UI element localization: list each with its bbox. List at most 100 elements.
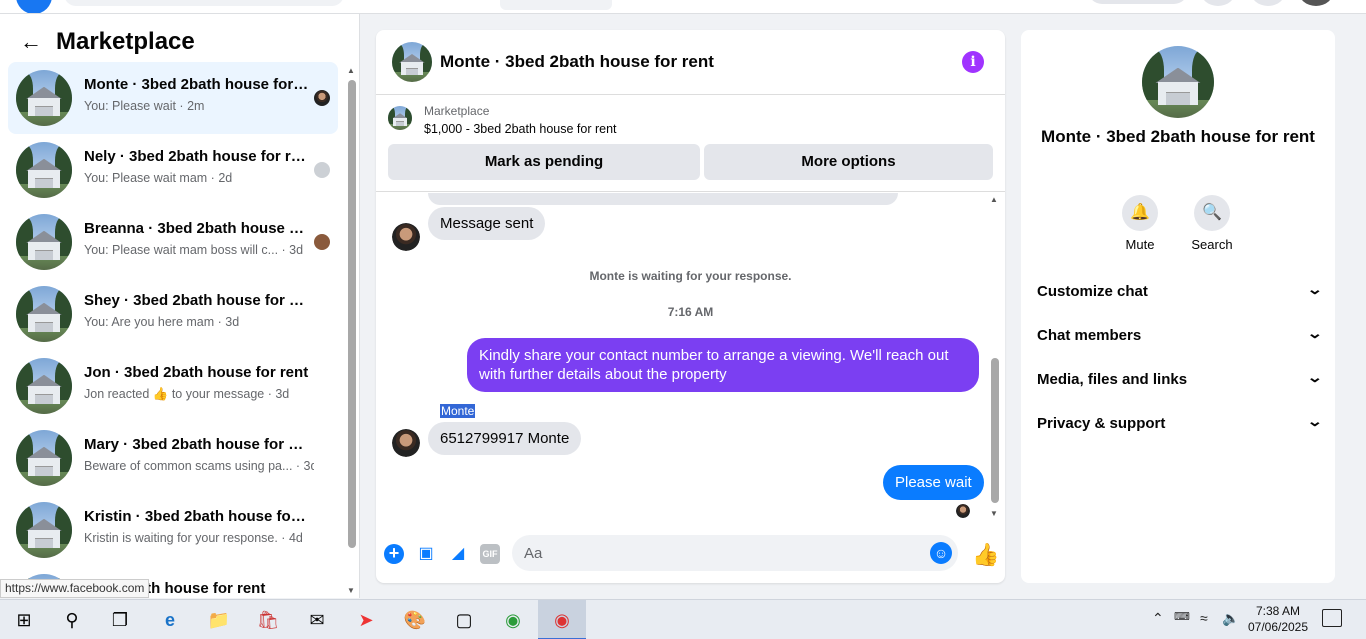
mark-as-pending-button[interactable]: Mark as pending	[388, 144, 700, 180]
gif-icon[interactable]: GIF	[480, 544, 500, 564]
chat-scrollbar[interactable]: ▲ ▼	[989, 193, 1001, 523]
scrollbar-thumb[interactable]	[348, 80, 356, 548]
message-input-box[interactable]: ☺	[512, 535, 958, 571]
chrome-icon[interactable]: ◉	[489, 600, 537, 639]
thumbs-up-icon[interactable]: 👍	[972, 542, 999, 568]
conversation-details-panel: Monte · 3bed 2bath house for rent 🔔 Mute…	[1021, 30, 1335, 583]
messenger-icon[interactable]	[1250, 0, 1286, 6]
clock-date: 07/06/2025	[1247, 620, 1309, 634]
windows-start-icon[interactable]: ⊞	[0, 600, 48, 639]
monte-avatar[interactable]	[392, 223, 420, 251]
chat-window: Monte · 3bed 2bath house for rent i Mark…	[376, 30, 1005, 583]
search-icon[interactable]: ⚲	[48, 600, 96, 639]
section-media-files-links[interactable]: Media, files and links ⌄	[1037, 360, 1323, 400]
edge-browser-icon[interactable]: e	[146, 600, 194, 639]
top-pill-button[interactable]	[1088, 0, 1188, 4]
scrollbar-thumb[interactable]	[991, 358, 999, 503]
chat-header: Monte · 3bed 2bath house for rent i	[376, 30, 1005, 95]
back-arrow-icon[interactable]: ←	[20, 29, 42, 55]
message-input[interactable]	[512, 535, 902, 571]
keyboard-icon[interactable]: ⌨	[1174, 610, 1190, 623]
scroll-down-arrow-icon[interactable]: ▼	[990, 509, 998, 518]
sidebar-header: ← Marketplace	[20, 28, 195, 56]
facebook-search-input[interactable]	[64, 0, 344, 6]
chat-title[interactable]: Monte · 3bed 2bath house for rent	[440, 52, 714, 72]
conversation-item-breanna[interactable]: Breanna · 3bed 2bath house for rent You:…	[8, 206, 338, 278]
chevron-down-icon: ⌄	[1306, 325, 1324, 341]
notification-center-icon[interactable]	[1322, 609, 1342, 627]
mute-button[interactable]: 🔔 Mute	[1115, 195, 1165, 252]
seen-avatar-placeholder	[314, 162, 330, 178]
sticky-notes-icon[interactable]: ▢	[440, 600, 488, 639]
marketplace-sidebar: ← Marketplace Monte · 3bed 2bath house f…	[0, 14, 360, 598]
conversation-name: Jon · 3bed 2bath house for rent	[84, 364, 309, 381]
system-clock[interactable]: 7:38 AM 07/06/2025	[1246, 603, 1310, 635]
file-explorer-icon[interactable]: 📁	[195, 600, 243, 639]
more-options-button[interactable]: More options	[704, 144, 993, 180]
scroll-up-arrow-icon[interactable]: ▲	[990, 195, 998, 204]
emoji-icon[interactable]: ☺	[930, 542, 952, 564]
conversation-preview: You: Please wait mam · 2d	[84, 171, 233, 185]
listing-thumbnail	[16, 502, 72, 558]
section-chat-members[interactable]: Chat members ⌄	[1037, 316, 1324, 356]
listing-mini-thumbnail[interactable]	[388, 106, 412, 130]
sticker-icon[interactable]: ◢	[448, 544, 468, 564]
seen-avatar	[314, 90, 330, 106]
volume-icon[interactable]: 🔈	[1222, 610, 1239, 627]
conversation-item-jon[interactable]: Jon · 3bed 2bath house for rent Jon reac…	[8, 350, 338, 422]
conversation-item-kristin[interactable]: Kristin · 3bed 2bath house for rent Kris…	[8, 494, 338, 566]
paint-icon[interactable]: 🎨	[391, 600, 439, 639]
section-label: Customize chat	[1037, 283, 1148, 300]
info-icon[interactable]: i	[962, 51, 984, 73]
facebook-logo-icon[interactable]	[16, 0, 52, 13]
conversation-name: Kristin · 3bed 2bath house for rent	[84, 508, 309, 525]
anydesk-icon[interactable]: ➤	[342, 600, 390, 639]
conversation-name: Breanna · 3bed 2bath house for rent	[84, 220, 309, 237]
conversation-preview: You: Are you here mam · 3d	[84, 315, 240, 329]
listing-price-title[interactable]: $1,000 - 3bed 2bath house for rent	[424, 122, 617, 136]
sidebar-scrollbar[interactable]: ▲ ▼	[346, 66, 356, 598]
image-icon[interactable]: ▣	[416, 544, 436, 564]
store-icon[interactable]: 🛍	[244, 600, 292, 639]
chat-listing-thumbnail[interactable]	[392, 42, 432, 82]
search-button[interactable]: 🔍 Search	[1187, 195, 1237, 252]
wifi-icon[interactable]: ≈	[1200, 610, 1208, 626]
nav-tab-marketplace[interactable]	[500, 0, 612, 10]
outgoing-message: Please wait	[883, 465, 984, 500]
conversation-preview: Beware of common scams using pa... · 3d	[84, 459, 314, 473]
listing-thumbnail	[16, 430, 72, 486]
profile-avatar[interactable]	[1298, 0, 1334, 6]
conversation-name: Nely · 3bed 2bath house for rent	[84, 148, 309, 165]
monte-avatar[interactable]	[392, 429, 420, 457]
listing-thumbnail	[16, 214, 72, 270]
chevron-down-icon: ⌄	[1306, 413, 1324, 429]
search-icon[interactable]: 🔍	[1194, 195, 1230, 231]
conversation-item-monte[interactable]: Monte · 3bed 2bath house for rent You: P…	[8, 62, 338, 134]
listing-thumbnail	[16, 70, 72, 126]
tray-overflow-chevron-icon[interactable]: ⌃	[1152, 610, 1164, 627]
mail-icon[interactable]: ✉	[293, 600, 341, 639]
menu-icon[interactable]	[1200, 0, 1236, 6]
plus-icon[interactable]: +	[384, 544, 404, 564]
conversation-name: Mary · 3bed 2bath house for rent	[84, 436, 309, 453]
conversation-item-nely[interactable]: Nely · 3bed 2bath house for rent You: Pl…	[8, 134, 338, 206]
listing-thumbnail	[16, 358, 72, 414]
marketplace-listing-bar: Marketplace $1,000 - 3bed 2bath house fo…	[376, 96, 1005, 192]
scroll-down-arrow-icon[interactable]: ▼	[347, 586, 355, 595]
chrome-profile-icon[interactable]: ◉	[538, 600, 586, 639]
marketplace-label: Marketplace	[424, 104, 490, 118]
conversation-item-shey[interactable]: Shey · 3bed 2bath house for rent You: Ar…	[8, 278, 338, 350]
section-privacy-support[interactable]: Privacy & support ⌄	[1037, 404, 1324, 444]
incoming-message: Message sent	[428, 207, 546, 240]
listing-large-thumbnail[interactable]	[1142, 46, 1214, 118]
section-customize-chat[interactable]: Customize chat ⌄	[1037, 272, 1323, 312]
task-view-icon[interactable]: ❐	[96, 600, 144, 639]
windows-taskbar: ⊞ ⚲ ❐ e 📁 🛍 ✉ ➤ 🎨 ▢ ◉ ◉ ⌃ ⌨ ≈ 🔈 7:38 AM …	[0, 599, 1366, 639]
scroll-up-arrow-icon[interactable]: ▲	[347, 66, 355, 75]
section-label: Chat members	[1037, 327, 1142, 344]
seen-avatar	[314, 234, 330, 250]
conversation-item-mary[interactable]: Mary · 3bed 2bath house for rent Beware …	[8, 422, 338, 494]
sidebar-title: Marketplace	[56, 28, 195, 55]
bell-icon[interactable]: 🔔	[1122, 195, 1158, 231]
listing-thumbnail	[16, 286, 72, 342]
